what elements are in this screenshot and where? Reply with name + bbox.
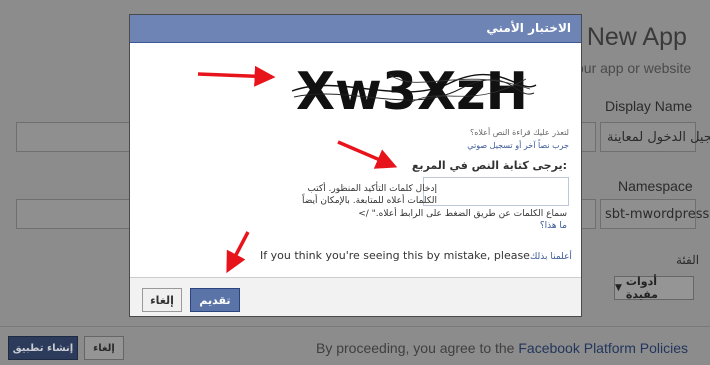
try-another-link[interactable]: جرب نصاً آخر أو تسجيل صوتي [467, 141, 569, 150]
cant-read-text: لتعذر عليك قراءة النص أعلاه؟ [469, 128, 569, 137]
policy-notice: By proceeding, you agree to the Facebook… [316, 340, 688, 356]
chevron-down-icon: ▼ [615, 283, 622, 293]
category-value: أدوات مفيدة [625, 275, 658, 301]
category-select[interactable]: ▼ أدوات مفيدة [614, 275, 694, 301]
captcha-instructions: إدخال كلمات التأكيد المنظور. أكتب الكلما… [302, 184, 437, 206]
captcha-prompt: يرجى كتابة النص في المربع: [411, 159, 567, 172]
mistake-notice: If you think you're seeing this by mista… [260, 249, 572, 262]
namespace-label: Namespace [618, 178, 693, 194]
category-label: الفئة [676, 253, 700, 267]
captcha-input[interactable] [423, 177, 569, 206]
captcha-image: Xw3XzH [291, 62, 537, 117]
namespace-input[interactable]: sbt-mwordpress [600, 199, 709, 229]
dialog-header: الاختبار الأمني [130, 15, 581, 43]
background-cancel-button[interactable]: إلغاء [84, 336, 124, 360]
dialog-footer: إلغاء تقديم [130, 277, 581, 316]
display-name-label: Display Name [605, 98, 693, 114]
let-us-know-link[interactable]: أعلمنا بذلك [530, 252, 572, 262]
app-dialog-subtitle: our app or website [576, 60, 692, 76]
namespace-value: sbt-mwordpress [605, 207, 710, 222]
submit-button[interactable]: تقديم [190, 288, 240, 312]
captcha-text: Xw3XzH [296, 62, 528, 117]
footer-divider [0, 326, 710, 327]
policy-notice-text: By proceeding, you agree to the [316, 340, 519, 356]
whats-this-link[interactable]: ما هذا؟ [540, 221, 567, 231]
app-dialog-title: a New App [566, 23, 687, 51]
display-name-value: تسجيل الدخول لمعاينة [607, 130, 710, 145]
display-name-input[interactable]: تسجيل الدخول لمعاينة [600, 122, 710, 152]
create-app-button[interactable]: إنشاء تطبيق [8, 336, 78, 360]
mistake-text: If you think you're seeing this by mista… [260, 249, 530, 262]
cancel-button[interactable]: إلغاء [142, 288, 182, 312]
security-check-dialog: الاختبار الأمني Xw3XzH لتعذر عليك قراءة … [129, 14, 582, 317]
audio-instructions: سماع الكلمات عن طريق الضغط على الرابط أع… [358, 209, 567, 219]
platform-policies-link[interactable]: Facebook Platform Policies [518, 340, 688, 356]
dialog-title: الاختبار الأمني [486, 21, 571, 35]
